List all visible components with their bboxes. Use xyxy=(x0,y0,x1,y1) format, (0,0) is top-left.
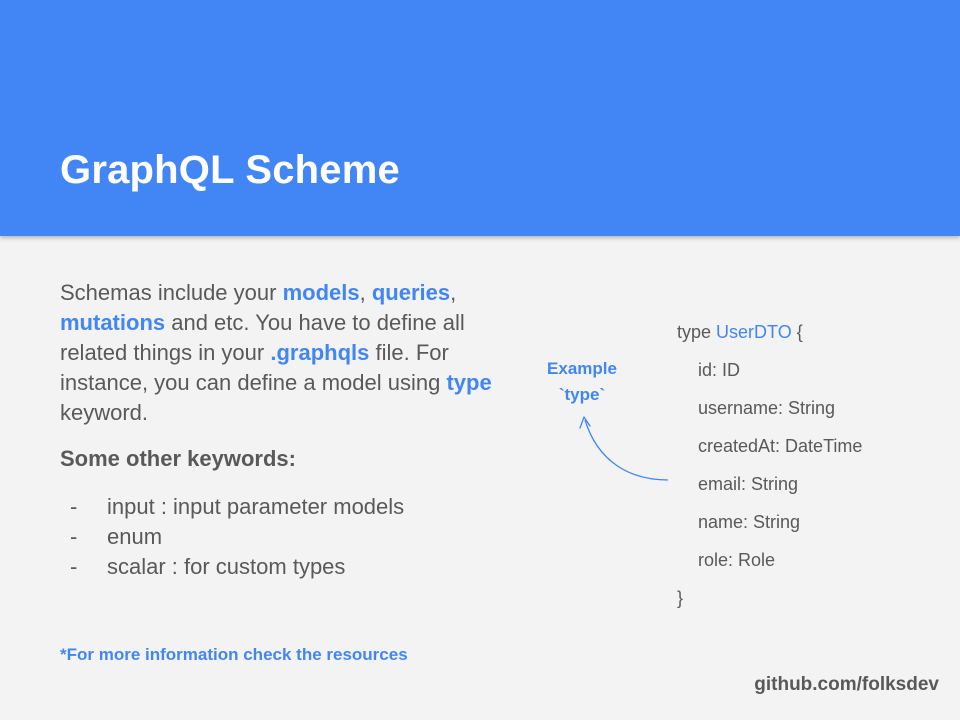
keyword-text: scalar : for custom types xyxy=(107,554,346,579)
bullet-dash: - xyxy=(70,524,78,549)
highlight-type: type xyxy=(446,370,492,395)
intro-text-1: Schemas include your xyxy=(60,280,283,305)
intro-text-4: keyword. xyxy=(60,400,149,425)
code-field: email: String xyxy=(698,474,799,494)
highlight-queries: queries xyxy=(371,280,451,305)
code-block: type UserDTO { id: ID username: String c… xyxy=(677,318,862,622)
code-field: createdAt: DateTime xyxy=(698,436,863,456)
intro-comma-1: , xyxy=(359,280,366,305)
slide-title: GraphQL Scheme xyxy=(60,148,400,192)
keyword-text: enum xyxy=(107,524,163,549)
header-band: GraphQL Scheme xyxy=(0,0,960,236)
code-keyword: type xyxy=(677,322,712,342)
keyword-text: input : input parameter models xyxy=(107,494,405,519)
code-type-name: UserDTO xyxy=(716,322,792,342)
example-label: Example `type` xyxy=(532,356,632,408)
footer-link: github.com/folksdev xyxy=(754,674,939,695)
example-label-line2: `type` xyxy=(558,385,606,404)
intro-paragraph: Schemas include your models, queries, mu… xyxy=(60,278,500,428)
code-field: username: String xyxy=(698,398,836,418)
code-line-type: type UserDTO { xyxy=(677,318,862,356)
intro-comma-2: , xyxy=(450,280,457,305)
curved-arrow-icon xyxy=(579,416,669,481)
highlight-mutations: mutations xyxy=(60,310,166,335)
code-field: name: String xyxy=(698,512,801,532)
code-close-brace: } xyxy=(677,588,684,608)
resources-note: *For more information check the resource… xyxy=(60,645,408,664)
highlight-models: models xyxy=(282,280,360,305)
highlight-graphqls: .graphqls xyxy=(270,340,370,365)
keywords-heading: Some other keywords: xyxy=(60,446,296,471)
bullet-dash: - xyxy=(70,494,78,519)
example-label-line1: Example xyxy=(547,359,617,378)
code-open-brace: { xyxy=(796,322,803,342)
code-field: id: ID xyxy=(698,360,741,380)
bullet-dash: - xyxy=(70,554,78,579)
code-field: role: Role xyxy=(698,550,776,570)
